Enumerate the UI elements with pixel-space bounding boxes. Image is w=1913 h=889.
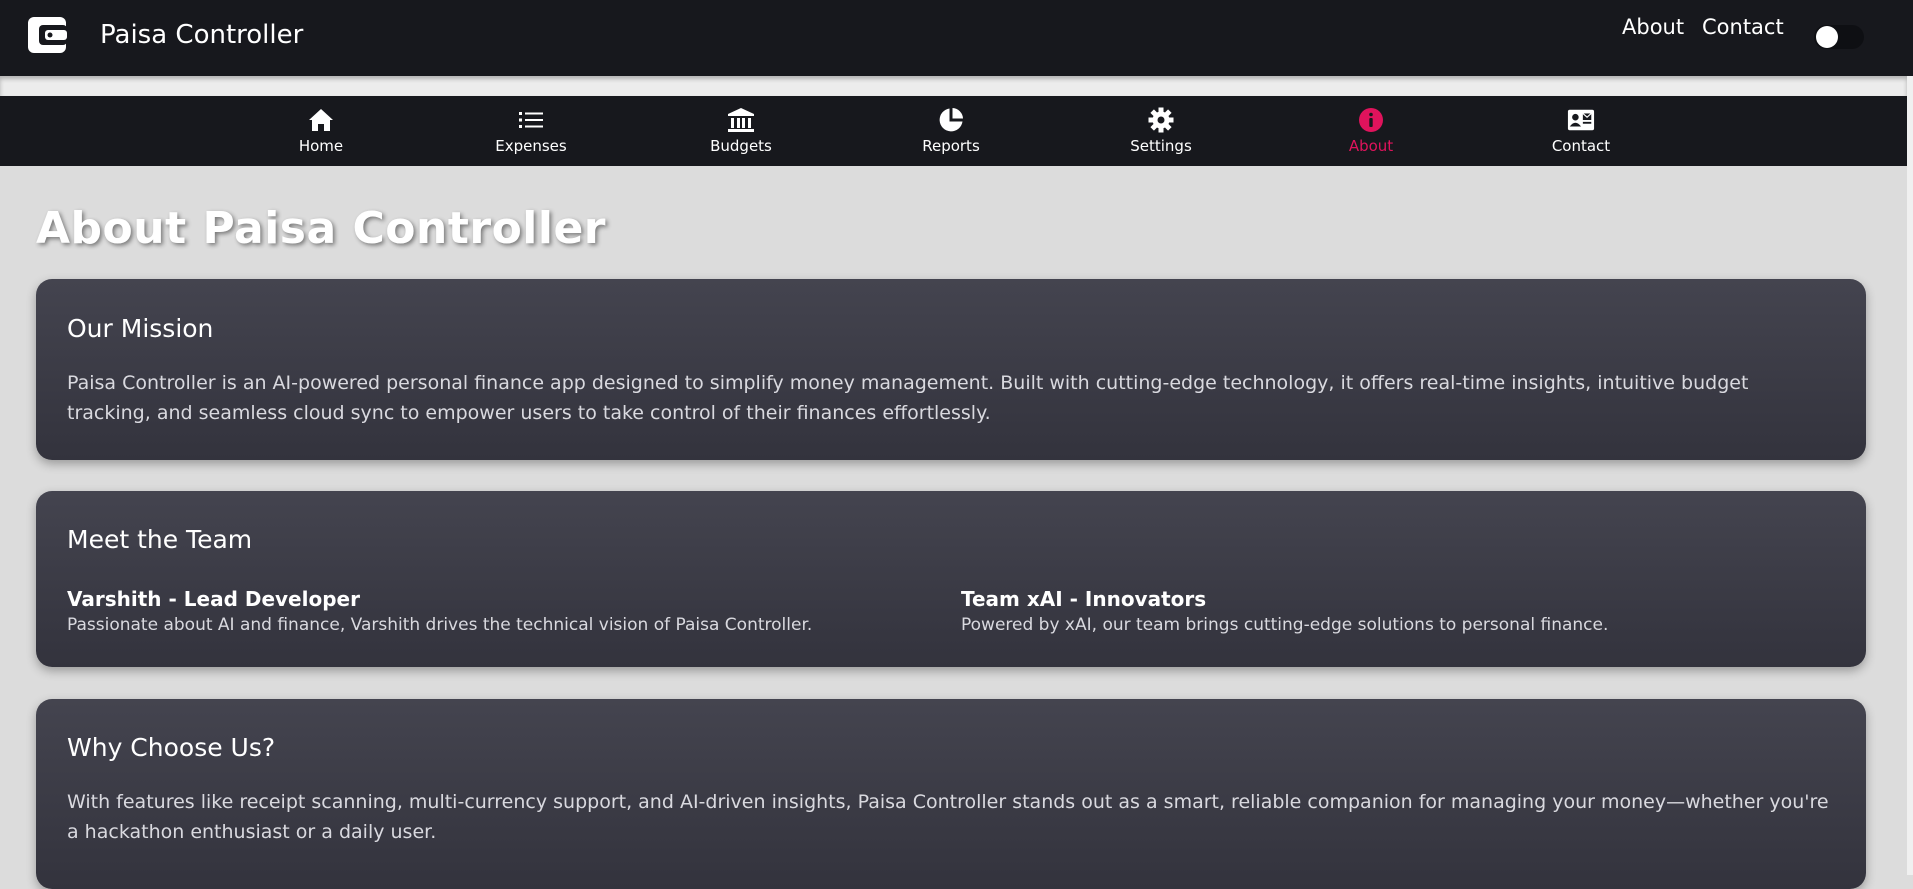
- nav-label: Contact: [1551, 137, 1611, 155]
- why-card: Why Choose Us? With features like receip…: [36, 699, 1866, 889]
- nav-item-contact[interactable]: Contact: [1511, 96, 1651, 166]
- bank-icon: [727, 107, 755, 133]
- member-description: Powered by xAI, our team brings cutting-…: [961, 615, 1609, 635]
- why-text: With features like receipt scanning, mul…: [67, 791, 1829, 843]
- member-description: Passionate about AI and finance, Varshit…: [67, 615, 813, 635]
- nav-item-settings[interactable]: Settings: [1091, 96, 1231, 166]
- mission-card: Our Mission Paisa Controller is an AI-po…: [36, 279, 1866, 460]
- header-link-about[interactable]: About: [1622, 15, 1684, 39]
- nav-label: About: [1348, 137, 1394, 155]
- wallet-icon[interactable]: [27, 16, 67, 54]
- nav-item-home[interactable]: Home: [251, 96, 391, 166]
- theme-toggle[interactable]: [1814, 25, 1864, 49]
- member-name: Team xAI - Innovators: [961, 587, 1207, 611]
- header-link-contact[interactable]: Contact: [1702, 15, 1784, 39]
- list-icon: [517, 107, 545, 133]
- team-member: Team xAI - Innovators Powered by xAI, ou…: [961, 587, 1608, 635]
- team-member: Varshith - Lead Developer Passionate abo…: [67, 587, 812, 635]
- nav-item-budgets[interactable]: Budgets: [671, 96, 811, 166]
- pie-chart-icon: [937, 107, 965, 133]
- team-card: Meet the Team Varshith - Lead Developer …: [36, 491, 1866, 667]
- nav-label: Expenses: [495, 137, 567, 155]
- nav-item-expenses[interactable]: Expenses: [461, 96, 601, 166]
- page-title: About Paisa Controller: [36, 203, 607, 254]
- header-divider: [0, 76, 1907, 96]
- mission-text: Paisa Controller is an AI-powered person…: [67, 372, 1749, 424]
- member-name: Varshith - Lead Developer: [67, 587, 360, 611]
- team-heading: Meet the Team: [67, 525, 253, 554]
- contact-card-icon: [1567, 107, 1595, 133]
- gear-icon: [1147, 107, 1175, 133]
- toggle-knob: [1816, 26, 1838, 48]
- why-heading: Why Choose Us?: [67, 733, 276, 762]
- top-header: Paisa Controller About Contact: [0, 0, 1913, 76]
- nav-label: Reports: [922, 137, 980, 155]
- app-title[interactable]: Paisa Controller: [100, 20, 303, 50]
- nav-item-reports[interactable]: Reports: [881, 96, 1021, 166]
- nav-item-about[interactable]: About: [1301, 96, 1441, 166]
- nav-label: Settings: [1130, 137, 1192, 155]
- main-navbar: Home Expenses Budgets Reports Settings A…: [0, 96, 1907, 166]
- nav-label: Budgets: [710, 137, 772, 155]
- scrollbar[interactable]: [1907, 76, 1913, 875]
- mission-heading: Our Mission: [67, 314, 214, 343]
- home-icon: [307, 107, 335, 133]
- info-icon: [1357, 107, 1385, 133]
- nav-label: Home: [298, 137, 344, 155]
